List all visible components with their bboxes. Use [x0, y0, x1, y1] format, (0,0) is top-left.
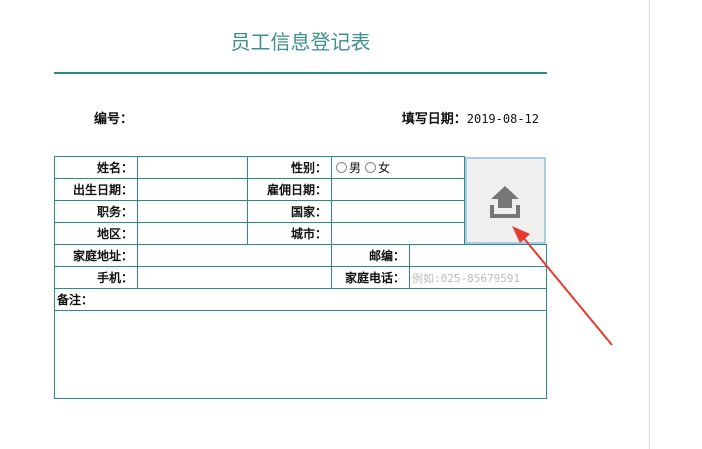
red-arrow	[512, 226, 613, 346]
page-edge-divider	[649, 0, 650, 449]
